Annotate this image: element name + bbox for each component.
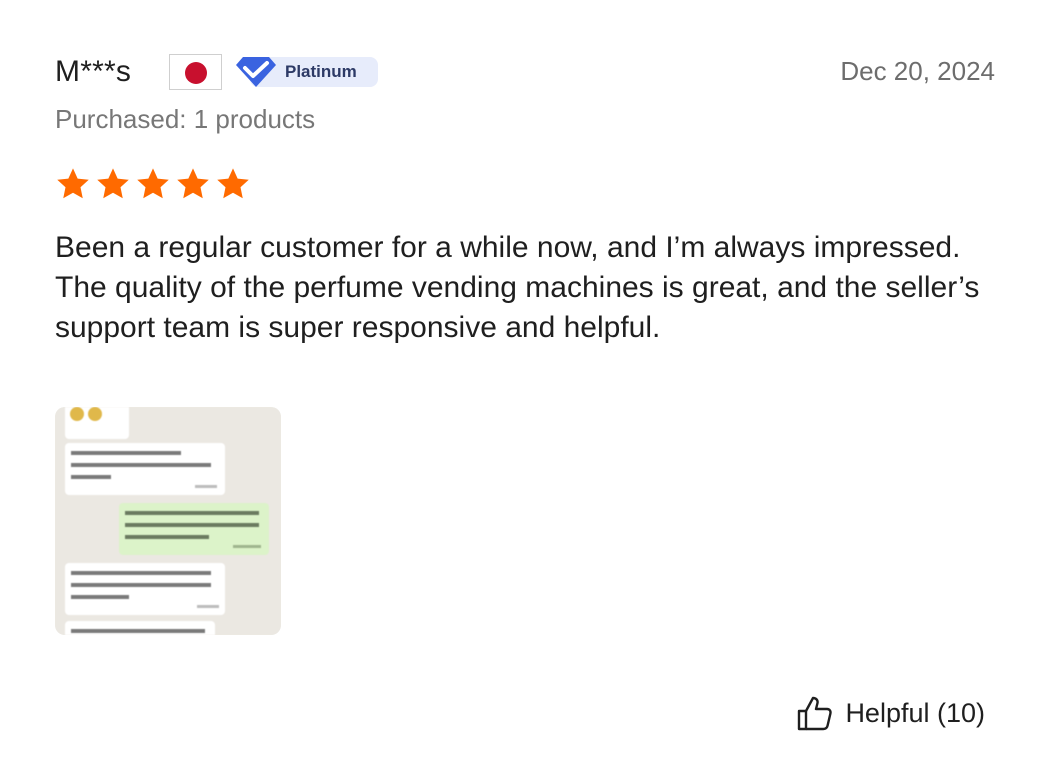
review-card: M***s Platinum Dec 20, 2024 Purchased: 1… bbox=[0, 0, 1050, 784]
tier-badge-label: Platinum bbox=[285, 62, 357, 81]
diamond-check-icon bbox=[236, 57, 276, 87]
star-rating bbox=[55, 166, 251, 202]
star-icon bbox=[97, 168, 129, 199]
thumbs-up-icon bbox=[798, 696, 833, 731]
helpful-button[interactable]: Helpful (10) bbox=[795, 690, 985, 736]
star-icon bbox=[177, 168, 209, 199]
reviewer-name: M***s bbox=[55, 55, 132, 88]
japan-flag-icon bbox=[169, 54, 222, 90]
star-icon bbox=[217, 168, 249, 199]
flag-red-disc bbox=[185, 62, 207, 84]
review-text: Been a regular customer for a while now,… bbox=[55, 231, 980, 344]
star-icon bbox=[57, 168, 89, 199]
review-photo[interactable] bbox=[55, 407, 281, 635]
tier-badge: Platinum bbox=[232, 55, 380, 89]
purchased-count: Purchased: 1 products bbox=[55, 104, 316, 134]
review-date: Dec 20, 2024 bbox=[840, 56, 995, 86]
helpful-label: Helpful (10) bbox=[845, 698, 985, 728]
chat-screenshot-thumbnail-icon bbox=[55, 407, 281, 635]
star-icon bbox=[137, 168, 169, 199]
